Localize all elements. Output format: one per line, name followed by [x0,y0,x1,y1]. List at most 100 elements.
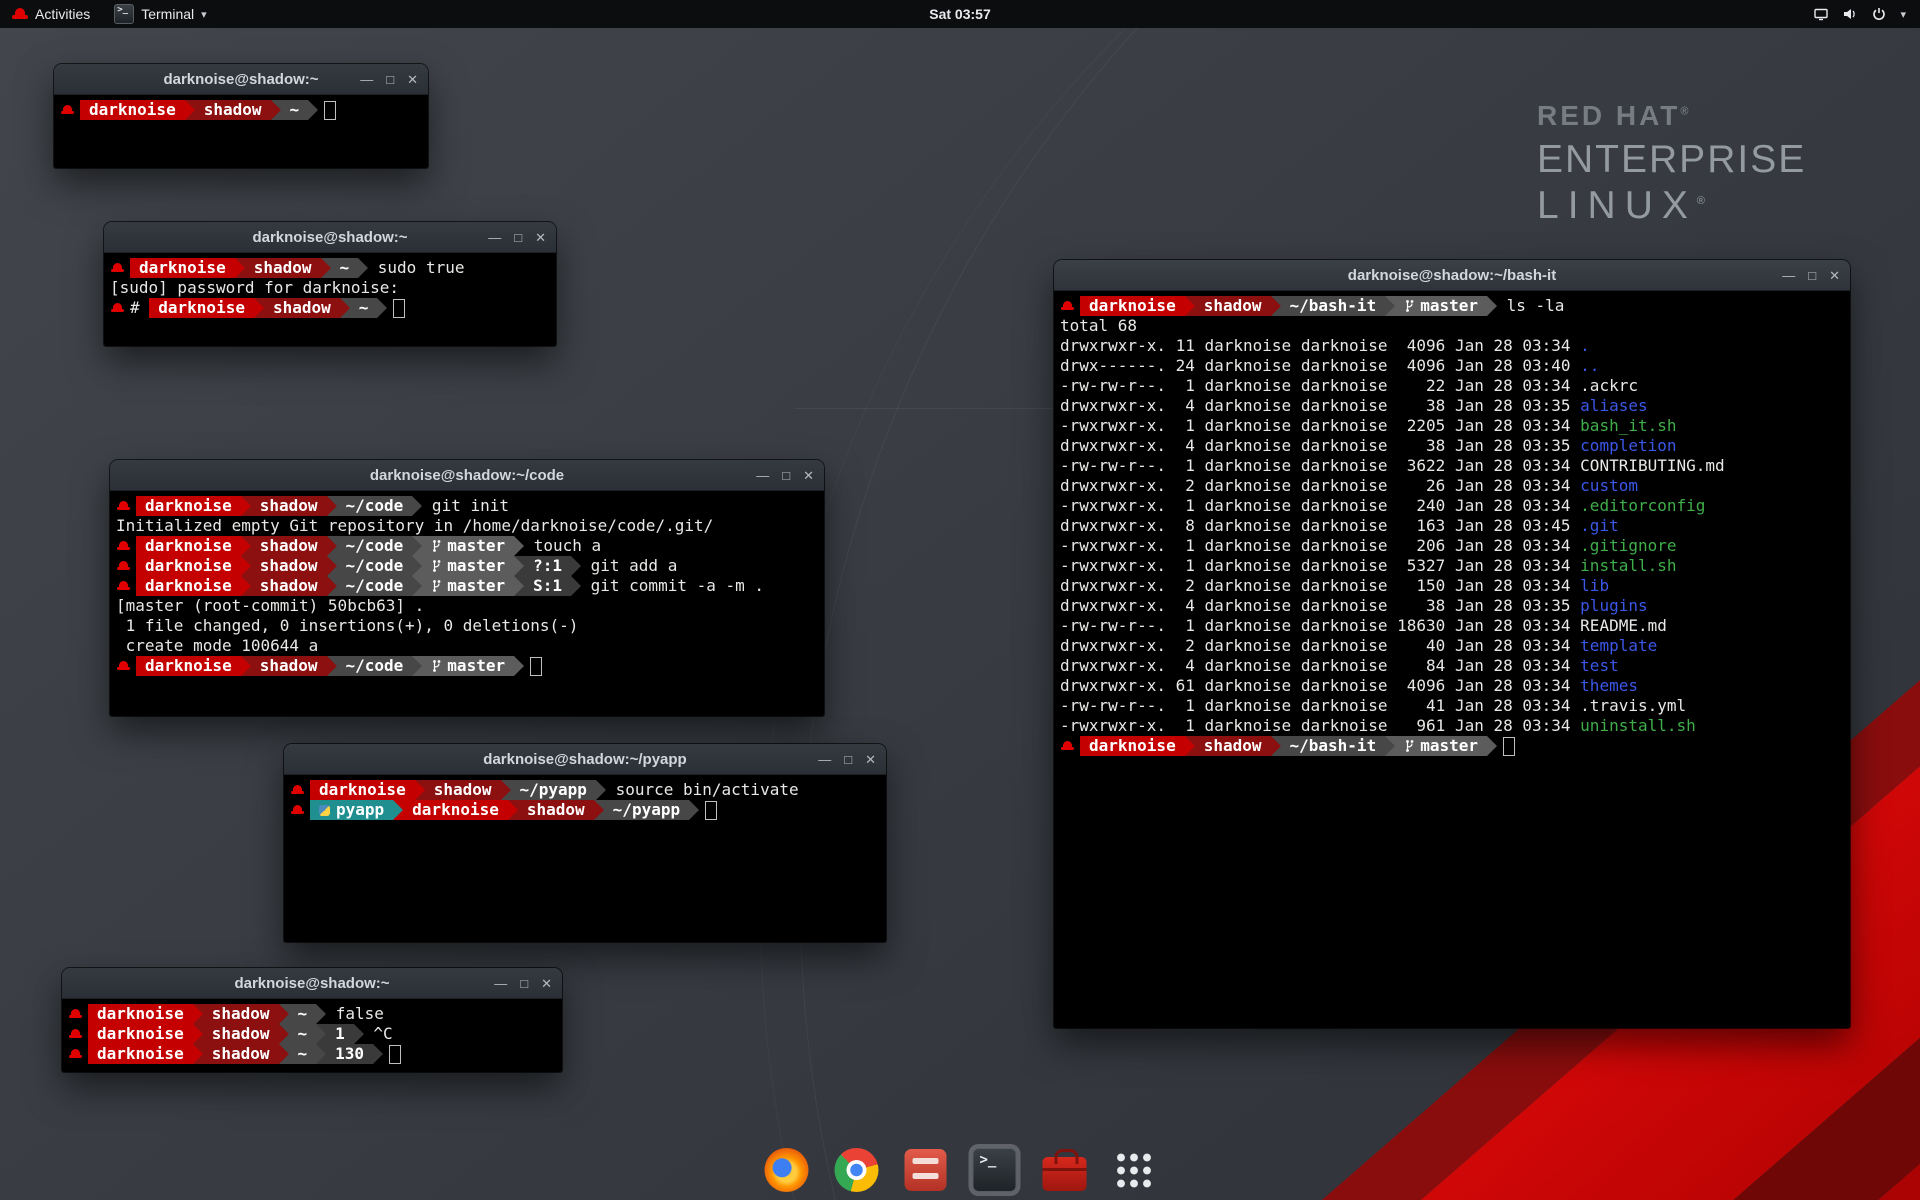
terminal-content[interactable]: darknoiseshadow~ falsedarknoiseshadow~1 … [62,999,562,1072]
maximize-button[interactable]: □ [844,753,852,766]
powerline-arrow-icon [235,258,245,278]
terminal-window-home-1[interactable]: darknoise@shadow:~ — □ ✕ darknoiseshadow… [54,64,428,168]
maximize-button[interactable]: □ [782,469,790,482]
prompt-segment: ~/pyapp [511,780,596,800]
close-button[interactable]: ✕ [407,73,418,86]
terminal-line: drwxrwxr-x. 11 darknoise darknoise 4096 … [1060,336,1844,356]
terminal-content[interactable]: darknoiseshadow~/code git initInitialize… [110,491,824,716]
terminal-content[interactable]: darknoiseshadow~ [54,95,428,168]
terminal-window-pyapp[interactable]: darknoise@shadow:~/pyapp — □ ✕ darknoise… [284,744,886,942]
toolbox-icon[interactable] [1039,1145,1091,1195]
maximize-button[interactable]: □ [514,231,522,244]
app-menu-terminal[interactable]: Terminal ▾ [102,0,218,28]
close-button[interactable]: ✕ [1829,269,1840,282]
prompt-segment: shadow [251,496,327,516]
terminal-window-home-2[interactable]: darknoise@shadow:~ — □ ✕ darknoiseshadow… [62,968,562,1072]
terminal-text: -rw-rw-r--. 1 darknoise darknoise 18630 … [1060,616,1667,636]
minimize-button[interactable]: — [756,469,769,482]
window-title: darknoise@shadow:~ [252,229,407,246]
titlebar[interactable]: darknoise@shadow:~/pyapp — □ ✕ [284,744,886,775]
prompt-segment: ~/code [337,656,413,676]
prompt-segment: shadow [203,1024,279,1044]
powerline-arrow-icon [327,556,337,576]
prompt-segment: ~/code [337,496,413,516]
minimize-button[interactable]: — [1782,269,1795,282]
titlebar[interactable]: darknoise@shadow:~ — □ ✕ [54,64,428,95]
prompt-segment: ?:1 [524,556,571,576]
prompt-segment: pyapp [310,800,393,820]
terminal-text: sudo true [368,258,464,278]
terminal-window-sudo[interactable]: darknoise@shadow:~ — □ ✕ darknoiseshadow… [104,222,556,346]
terminal-content[interactable]: darknoiseshadow~/pyapp source bin/activa… [284,775,886,942]
terminal-content[interactable]: darknoiseshadow~/bash-itmaster ls -latot… [1054,291,1850,1028]
terminal-line: drwxrwxr-x. 2 darknoise darknoise 150 Ja… [1060,576,1844,596]
redhat-prompt-icon [69,1049,82,1060]
terminal-line: darknoiseshadow~/codemaster touch a [116,536,818,556]
minimize-button[interactable]: — [818,753,831,766]
terminal-line: -rwxrwxr-x. 1 darknoise darknoise 240 Ja… [1060,496,1844,516]
activities-button[interactable]: Activities [0,0,102,28]
python-icon [319,805,330,816]
powerline-arrow-icon [241,656,251,676]
powerline-arrow-icon [571,556,581,576]
prompt-segment: ~ [289,1024,317,1044]
terminal-text: source bin/activate [606,780,799,800]
terminal-line: darknoiseshadow~ [60,100,422,120]
terminal-line: darknoiseshadow~1 ^C [68,1024,556,1044]
terminal-window-bash-it[interactable]: darknoise@shadow:~/bash-it — □ ✕ darknoi… [1054,260,1850,1028]
clock[interactable]: Sat 03:57 [929,6,990,22]
titlebar[interactable]: darknoise@shadow:~ — □ ✕ [104,222,556,253]
prompt-segment: 1 [326,1024,354,1044]
git-branch-icon [431,539,442,553]
redhat-prompt-icon [291,785,304,796]
prompt-segment: darknoise [1080,736,1185,756]
titlebar[interactable]: darknoise@shadow:~ — □ ✕ [62,968,562,999]
prompt-segment: shadow [425,780,501,800]
terminal-text: -rwxrwxr-x. 1 darknoise darknoise 2205 J… [1060,416,1580,436]
maximize-button[interactable]: □ [386,73,394,86]
files-icon[interactable] [901,1145,951,1195]
prompt-segment: shadow [1195,296,1271,316]
terminal-line: 1 file changed, 0 insertions(+), 0 delet… [116,616,818,636]
powerline-arrow-icon [193,1044,203,1064]
maximize-button[interactable]: □ [1808,269,1816,282]
chrome-icon[interactable] [831,1144,883,1196]
terminal-line: darknoiseshadow~/code git init [116,496,818,516]
terminal-text: -rwxrwxr-x. 1 darknoise darknoise 961 Ja… [1060,716,1580,736]
terminal-text: drwxrwxr-x. 61 darknoise darknoise 4096 … [1060,676,1580,696]
firefox-icon[interactable] [761,1144,813,1196]
close-button[interactable]: ✕ [803,469,814,482]
terminal-content[interactable]: darknoiseshadow~ sudo true[sudo] passwor… [104,253,556,346]
powerline-arrow-icon [501,780,511,800]
powerline-arrow-icon [193,1004,203,1024]
minimize-button[interactable]: — [494,977,507,990]
terminal-dock-icon[interactable] [969,1144,1021,1196]
powerline-arrow-icon [241,556,251,576]
terminal-line: drwxrwxr-x. 4 darknoise darknoise 38 Jan… [1060,596,1844,616]
terminal-text: test [1580,656,1619,676]
titlebar[interactable]: darknoise@shadow:~/bash-it — □ ✕ [1054,260,1850,291]
terminal-text: aliases [1580,396,1647,416]
close-button[interactable]: ✕ [865,753,876,766]
redhat-prompt-icon [69,1009,82,1020]
logo-linux-text: LINUX® [1537,184,1806,228]
maximize-button[interactable]: □ [520,977,528,990]
powerline-arrow-icon [340,298,350,318]
terminal-window-code[interactable]: darknoise@shadow:~/code — □ ✕ darknoises… [110,460,824,716]
powerline-arrow-icon [393,800,403,820]
minimize-button[interactable]: — [360,73,373,86]
close-button[interactable]: ✕ [541,977,552,990]
system-tray[interactable]: ▾ [1799,0,1920,28]
git-branch-icon [431,559,442,573]
prompt-segment: darknoise [136,556,241,576]
terminal-line: drwxrwxr-x. 2 darknoise darknoise 40 Jan… [1060,636,1844,656]
powerline-arrow-icon [316,1044,326,1064]
titlebar[interactable]: darknoise@shadow:~/code — □ ✕ [110,460,824,491]
close-button[interactable]: ✕ [535,231,546,244]
chevron-down-icon: ▾ [1900,8,1906,21]
minimize-button[interactable]: — [488,231,501,244]
app-grid-icon[interactable] [1109,1145,1160,1196]
terminal-text: .editorconfig [1580,496,1705,516]
terminal-text: install.sh [1580,556,1676,576]
redhat-prompt-icon [1061,301,1074,312]
